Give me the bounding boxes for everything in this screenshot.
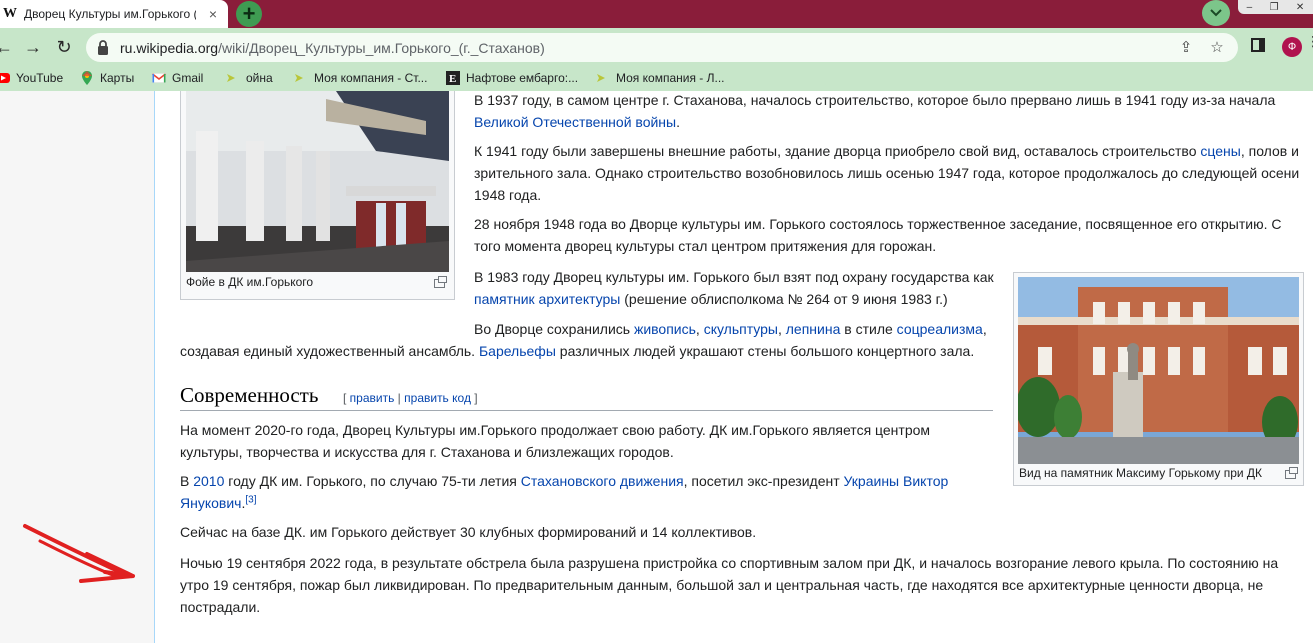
tab-strip: W Дворец Культуры им.Горького ( × + – ❐ …: [0, 0, 1313, 28]
link-ukraine[interactable]: Украины: [844, 473, 900, 489]
paragraph-9: Ночью 19 сентября 2022 года, в результат…: [180, 555, 1279, 615]
left-sidebar: [0, 91, 155, 643]
browser-toolbar: ← → ↻ ru.wikipedia.org/wiki/Дворец_Культ…: [0, 28, 1313, 66]
enlarge-icon[interactable]: [434, 276, 447, 288]
link-stage[interactable]: сцены: [1200, 143, 1240, 159]
reference-3[interactable]: [3]: [245, 494, 256, 505]
minimize-icon[interactable]: –: [1247, 2, 1253, 13]
close-tab-icon[interactable]: ×: [205, 6, 221, 22]
tab-title: Дворец Культуры им.Горького (: [24, 7, 196, 21]
close-window-icon[interactable]: ✕: [1296, 2, 1304, 13]
gmail-icon: [152, 73, 166, 83]
paragraph-2: К 1941 году были завершены внешние работ…: [474, 143, 1300, 203]
monument-photo[interactable]: [1018, 277, 1299, 464]
link-viktor[interactable]: Виктор: [903, 473, 948, 489]
folder-arrow-icon: [295, 74, 303, 82]
folder-arrow-icon: [597, 74, 605, 82]
section-divider: [180, 410, 993, 411]
bookmark-youtube[interactable]: YouTube: [0, 71, 63, 85]
bookmark-embargo[interactable]: E Нафтове ембарго:...: [446, 71, 578, 85]
maximize-icon[interactable]: ❐: [1270, 2, 1279, 13]
section-edit-links: [ править | править код ]: [343, 391, 478, 405]
link-painting[interactable]: живопись: [634, 321, 696, 337]
active-tab[interactable]: W Дворец Культуры им.Горького ( ×: [0, 0, 228, 28]
paragraph-1: В 1937 году, в самом центре г. Стаханова…: [474, 92, 1276, 130]
new-tab-button[interactable]: +: [236, 1, 262, 27]
youtube-icon: [0, 73, 10, 83]
edit-source-link[interactable]: править код: [404, 391, 471, 405]
letter-e-icon: E: [446, 71, 460, 85]
link-sculptures[interactable]: скульптуры: [704, 321, 778, 337]
svg-text:E: E: [449, 73, 456, 85]
paragraph-7: В 2010 году ДК им. Горького, по случаю 7…: [180, 473, 949, 511]
link-socialist-realism[interactable]: соцреализма: [897, 321, 983, 337]
bookmark-folder-1[interactable]: ойна: [226, 71, 273, 85]
link-architectural-monument[interactable]: памятник архитектуры: [474, 291, 620, 307]
section-heading-modernity: Современность: [180, 383, 319, 407]
forward-arrow-icon[interactable]: →: [23, 37, 43, 57]
url-text[interactable]: ru.wikipedia.org/wiki/Дворец_Культуры_им…: [120, 40, 545, 56]
caption-monument: Вид на памятник Максиму Горькому при ДК: [1019, 466, 1263, 480]
thumbnail-foyer: Фойе в ДК им.Горького: [180, 91, 455, 300]
address-bar[interactable]: ru.wikipedia.org/wiki/Дворец_Культуры_им…: [86, 33, 1238, 62]
bookmark-maps[interactable]: Карты: [80, 71, 134, 85]
red-arrow-annotation: [23, 524, 135, 583]
paragraph-4: В 1983 году Дворец культуры им. Горького…: [474, 269, 994, 307]
paragraph-5: Во Дворце сохранились живопись, скульпту…: [180, 321, 987, 359]
caption-foyer: Фойе в ДК им.Горького: [186, 275, 314, 289]
paragraph-3: 28 ноября 1948 года во Дворце культуры и…: [474, 216, 1282, 254]
link-stakhanov-movement[interactable]: Стахановского движения: [521, 473, 684, 489]
profile-avatar[interactable]: Ф: [1282, 37, 1302, 57]
wikipedia-favicon-icon: W: [3, 6, 17, 21]
window-controls: – ❐ ✕: [1238, 0, 1313, 14]
folder-arrow-icon: [227, 74, 235, 82]
link-yanukovych[interactable]: Янукович: [180, 495, 241, 511]
side-panel-icon[interactable]: [1251, 38, 1265, 52]
bookmark-company-st[interactable]: Моя компания - Ст...: [294, 71, 427, 85]
link-2010[interactable]: 2010: [193, 473, 224, 489]
article-content: Фойе в ДК им.Горького В 1937 году, в сам…: [156, 91, 1313, 643]
bookmark-company-l[interactable]: Моя компания - Л...: [596, 71, 725, 85]
edit-section-link[interactable]: править: [350, 391, 395, 405]
reload-icon[interactable]: ↻: [54, 37, 74, 57]
share-icon[interactable]: ⇪: [1177, 39, 1195, 57]
link-great-patriotic-war[interactable]: Великой Отечественной войны: [474, 114, 676, 130]
paragraph-6: На момент 2020-го года, Дворец Культуры …: [180, 422, 931, 460]
bookmark-gmail[interactable]: Gmail: [152, 71, 203, 85]
thumbnail-monument: Вид на памятник Максиму Горькому при ДК: [1013, 272, 1304, 486]
lock-icon[interactable]: [96, 39, 110, 56]
enlarge-icon[interactable]: [1285, 467, 1298, 479]
link-stucco[interactable]: лепнина: [786, 321, 841, 337]
more-menu-icon[interactable]: ⋮: [1306, 34, 1313, 48]
foyer-photo[interactable]: [186, 91, 449, 272]
link-bas-reliefs[interactable]: Барельефы: [479, 343, 556, 359]
bookmarks-bar: YouTube Карты Gmail ойна Моя компания - …: [0, 66, 1313, 91]
maps-icon: [82, 71, 92, 85]
bookmark-star-icon[interactable]: ☆: [1208, 39, 1226, 57]
back-arrow-icon[interactable]: ←: [0, 37, 14, 57]
tab-search-chevron-icon[interactable]: [1202, 0, 1230, 26]
paragraph-8: Сейчас на базе ДК. им Горького действует…: [180, 524, 757, 540]
